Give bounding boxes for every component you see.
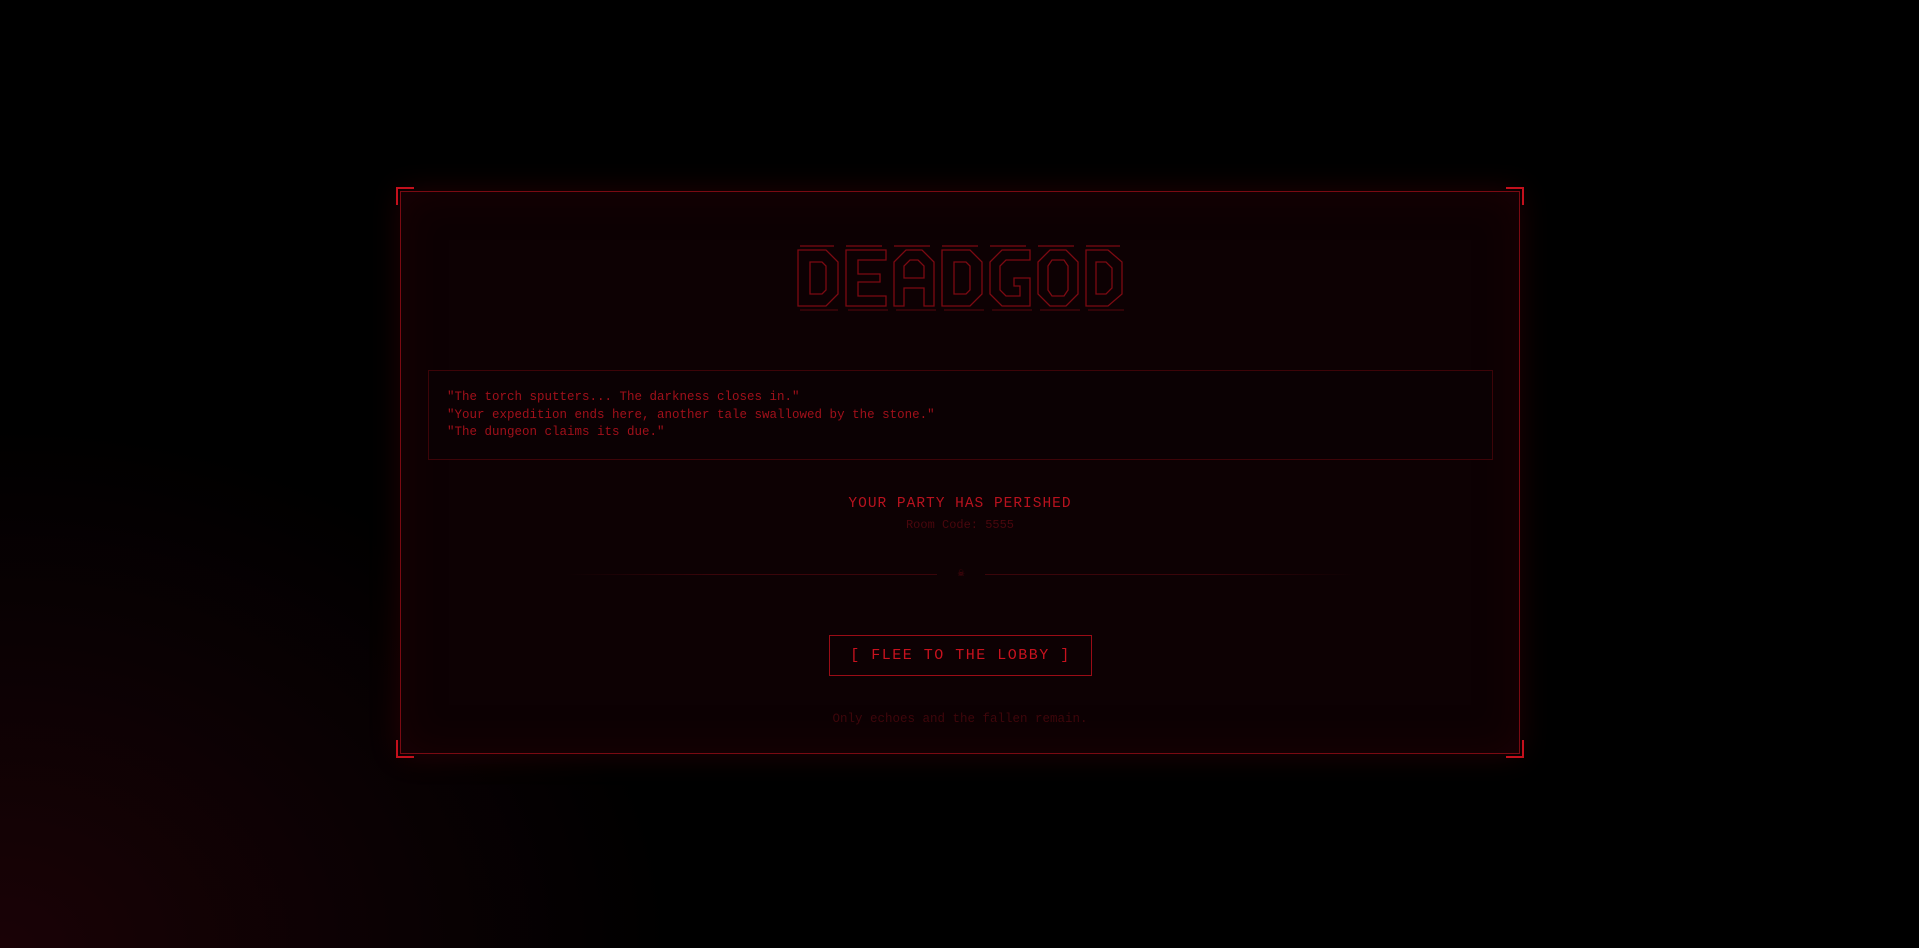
corner-bracket-top-right <box>1506 187 1524 205</box>
game-logo <box>401 238 1519 314</box>
corner-bracket-bottom-right <box>1506 740 1524 758</box>
section-divider: ☠ <box>566 569 1356 580</box>
narration-line: "The dungeon claims its due." <box>447 425 665 439</box>
corner-bracket-bottom-left <box>396 740 414 758</box>
room-code: Room Code: 5555 <box>905 518 1015 532</box>
game-over-panel: "The torch sputters... The darkness clos… <box>396 187 1524 758</box>
death-narration-box: "The torch sputters... The darkness clos… <box>428 370 1493 460</box>
flee-to-lobby-button[interactable]: [ FLEE TO THE LOBBY ] <box>829 635 1092 676</box>
narration-line: "Your expedition ends here, another tale… <box>447 407 935 422</box>
divider-line-right <box>985 574 1356 575</box>
skull-icon: ☠ <box>957 568 965 580</box>
narration-line: "The torch sputters... The darkness clos… <box>447 390 800 404</box>
corner-bracket-top-left <box>396 187 414 205</box>
ascii-art-logo <box>797 245 1124 311</box>
divider-line-left <box>566 574 937 575</box>
footer-epitaph: Only echoes and the fallen remain. <box>832 712 1088 726</box>
party-perished-title: YOUR PARTY HAS PERISHED <box>848 496 1072 512</box>
